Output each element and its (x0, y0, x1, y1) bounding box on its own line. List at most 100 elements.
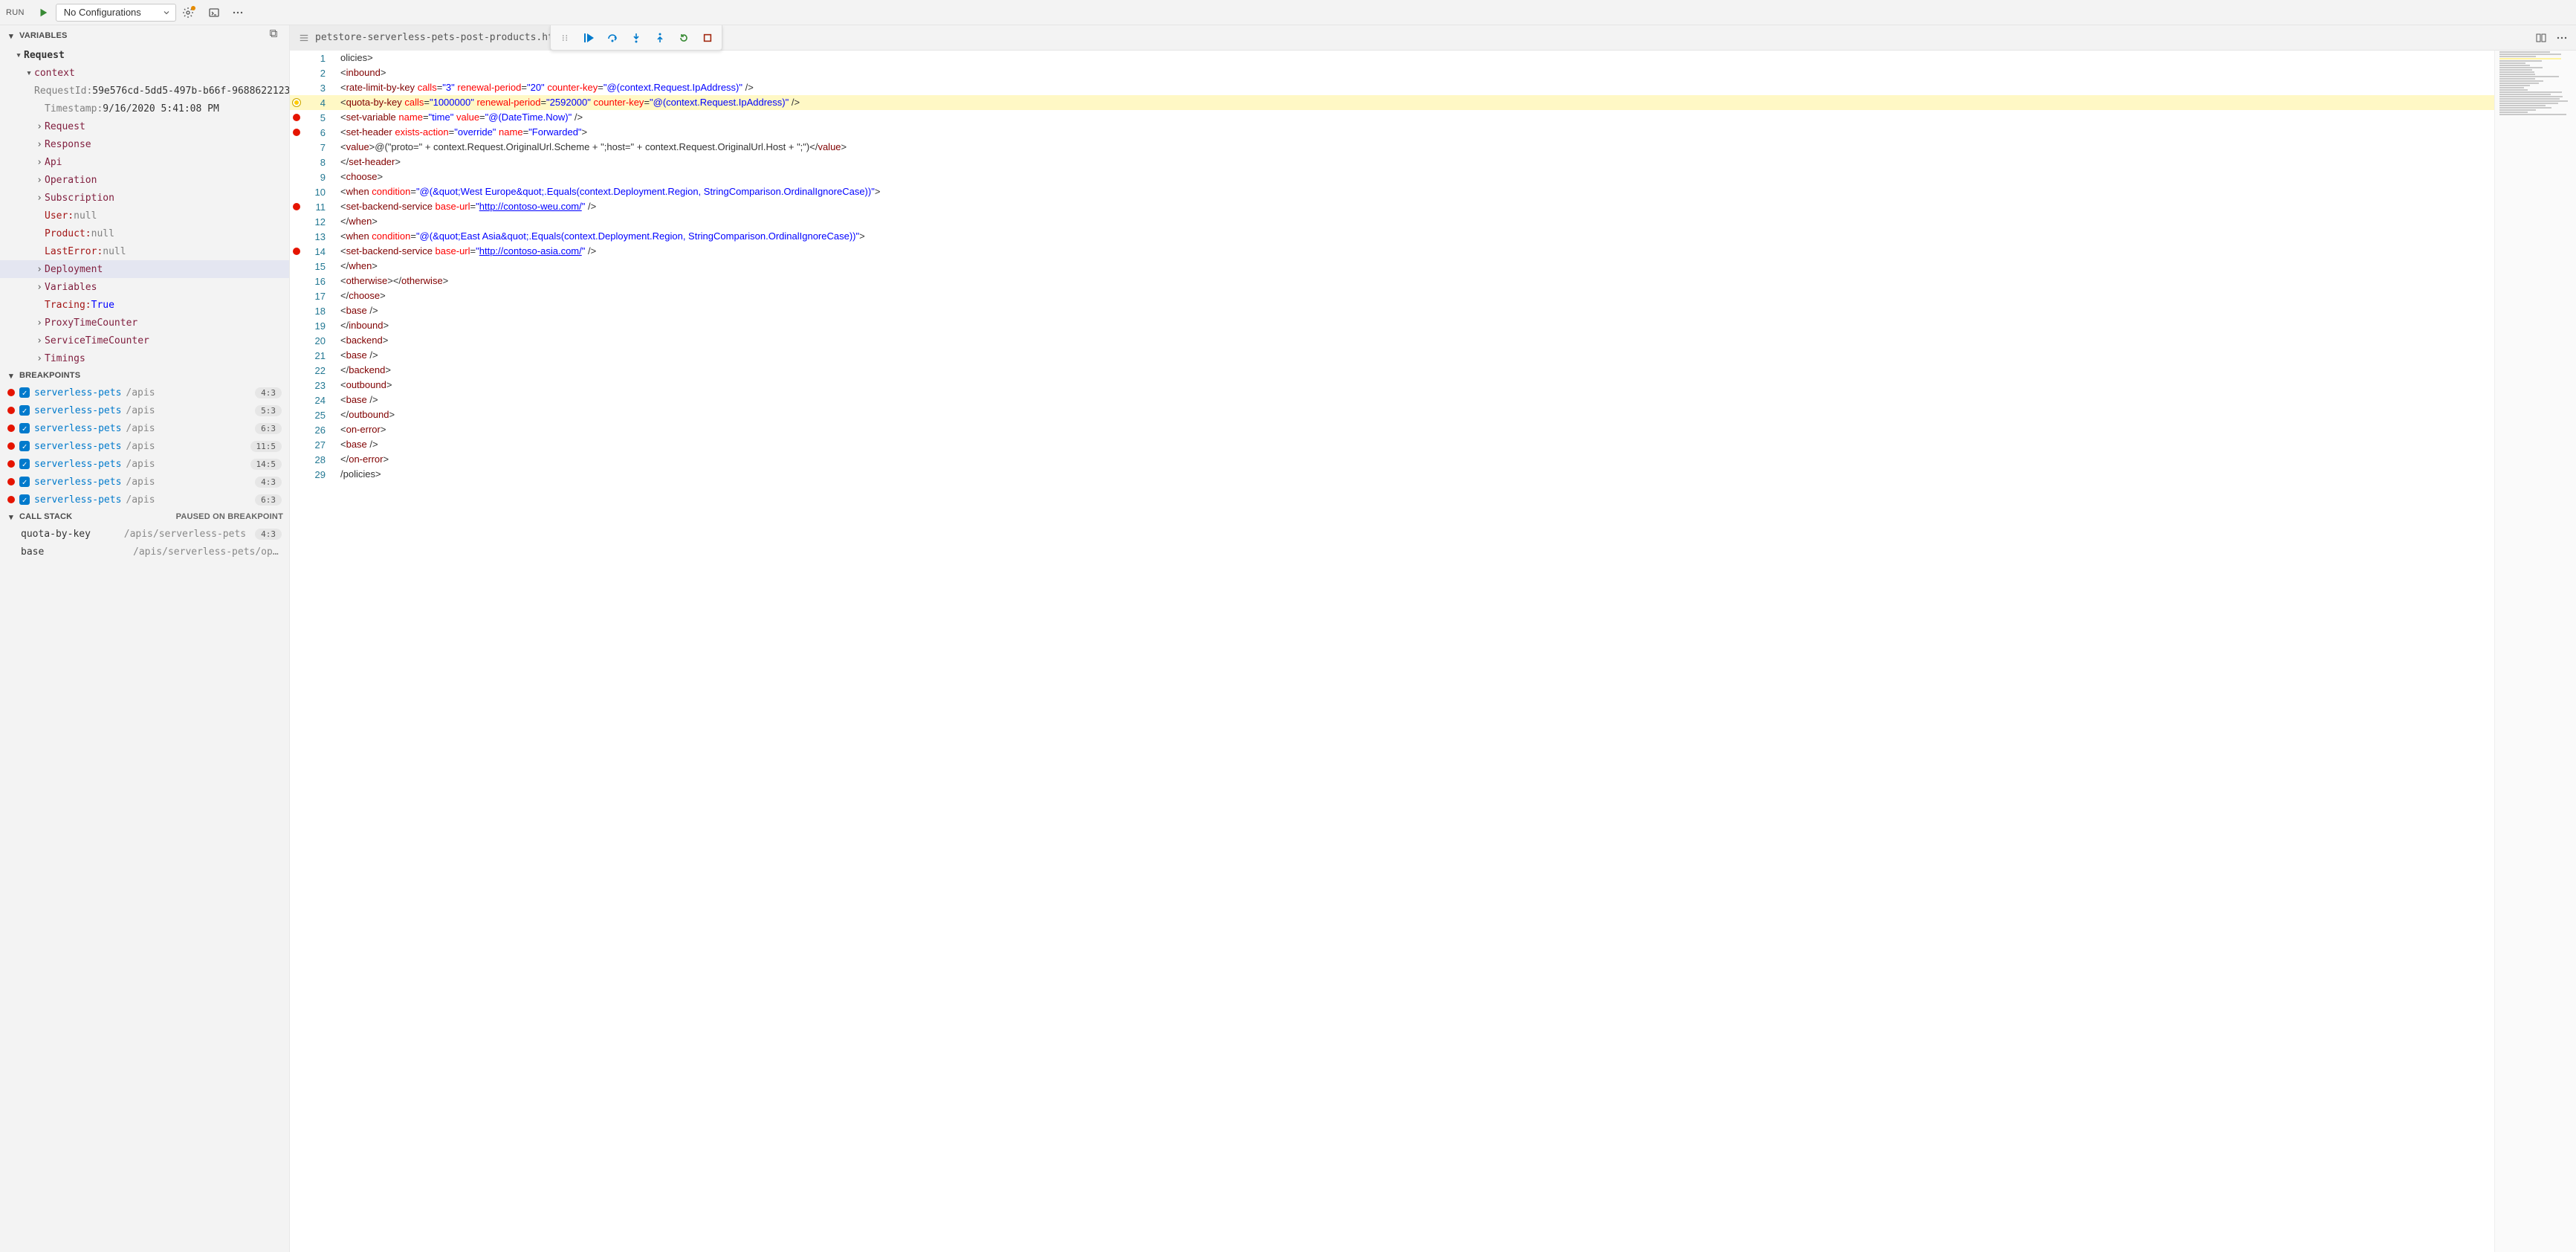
variable-row[interactable]: ›Operation (0, 171, 289, 189)
code-line[interactable]: 12 </when> (290, 214, 2494, 229)
code-line[interactable]: 27 <base /> (290, 437, 2494, 452)
variables-scope-request[interactable]: ▾ Request (0, 46, 289, 64)
code-line[interactable]: 5 <set-variable name="time" value="@(Dat… (290, 110, 2494, 125)
variables-tree[interactable]: ▾ Request ▾ context RequestId: 59e576cd-… (0, 46, 289, 367)
settings-gear-button[interactable] (181, 3, 200, 22)
code-line[interactable]: 29/policies> (290, 467, 2494, 482)
panel-title: RUN (6, 8, 25, 17)
code-line[interactable]: 3 <rate-limit-by-key calls="3" renewal-p… (290, 80, 2494, 95)
breakpoint-row[interactable]: ✓serverless-pets/apis4:3 (0, 384, 289, 401)
breakpoint-row[interactable]: ✓serverless-pets/apis14:5 (0, 455, 289, 473)
variable-row[interactable]: ›Subscription (0, 189, 289, 207)
breakpoint-row[interactable]: ✓serverless-pets/apis5:3 (0, 401, 289, 419)
step-into-icon (630, 32, 642, 44)
variable-row[interactable]: ›Response (0, 135, 289, 153)
code-line[interactable]: 13 <when condition="@(&quot;East Asia&qu… (290, 229, 2494, 244)
chevron-right-icon: › (34, 157, 45, 168)
breakpoint-row[interactable]: ✓serverless-pets/apis6:3 (0, 491, 289, 509)
variable-row[interactable]: ›ServiceTimeCounter (0, 332, 289, 349)
variable-row[interactable]: ›Request (0, 117, 289, 135)
callstack-row[interactable]: quota-by-key/apis/serverless-pets4:3 (0, 525, 289, 543)
code-line[interactable]: 18 <base /> (290, 303, 2494, 318)
variable-row[interactable]: LastError: null (0, 242, 289, 260)
breakpoint-row[interactable]: ✓serverless-pets/apis11:5 (0, 437, 289, 455)
code-line[interactable]: 23 <outbound> (290, 378, 2494, 393)
breakpoint-checkbox[interactable]: ✓ (19, 477, 30, 487)
code-line[interactable]: 9 <choose> (290, 170, 2494, 184)
code-line[interactable]: 11 <set-backend-service base-url="http:/… (290, 199, 2494, 214)
continue-button[interactable] (577, 28, 600, 48)
code-line[interactable]: 8 </set-header> (290, 155, 2494, 170)
breakpoint-dot-icon[interactable] (293, 203, 300, 210)
grip-icon (560, 33, 569, 42)
code-line[interactable]: 15 </when> (290, 259, 2494, 274)
editor-tab[interactable]: petstore-serverless-pets-post-products.h… (290, 25, 575, 51)
breakpoint-row[interactable]: ✓serverless-pets/apis4:3 (0, 473, 289, 491)
variable-row[interactable]: ›Timings (0, 349, 289, 367)
more-actions-button[interactable] (228, 3, 247, 22)
breakpoint-checkbox[interactable]: ✓ (19, 459, 30, 469)
stop-button[interactable] (696, 28, 719, 48)
code-line[interactable]: 22 </backend> (290, 363, 2494, 378)
step-over-button[interactable] (601, 28, 624, 48)
variable-row[interactable]: Timestamp: 9/16/2020 5:41:08 PM (0, 100, 289, 117)
code-line[interactable]: 17 </choose> (290, 288, 2494, 303)
breakpoint-dot-icon (7, 407, 15, 414)
split-editor-button[interactable] (2531, 28, 2551, 48)
breakpoint-dot-icon[interactable] (293, 129, 300, 136)
code-line[interactable]: 6 <set-header exists-action="override" n… (290, 125, 2494, 140)
breakpoint-dot-icon (7, 442, 15, 450)
breakpoint-dot-icon[interactable] (293, 248, 300, 255)
code-line[interactable]: 25 </outbound> (290, 407, 2494, 422)
restart-button[interactable] (673, 28, 695, 48)
step-out-button[interactable] (649, 28, 671, 48)
step-into-button[interactable] (625, 28, 647, 48)
debug-console-button[interactable] (204, 3, 224, 22)
code-line[interactable]: 4 <quota-by-key calls="1000000" renewal-… (290, 95, 2494, 110)
variable-row[interactable]: Product: null (0, 225, 289, 242)
line-number: 5 (303, 112, 337, 123)
debug-toolbar[interactable] (550, 25, 722, 51)
code-line[interactable]: 19 </inbound> (290, 318, 2494, 333)
collapse-all-button[interactable] (268, 28, 283, 43)
code-line[interactable]: 16 <otherwise></otherwise> (290, 274, 2494, 288)
current-breakpoint-icon[interactable] (292, 98, 301, 107)
variable-row[interactable]: ›Variables (0, 278, 289, 296)
variable-row[interactable]: ›Api (0, 153, 289, 171)
variable-row[interactable]: Tracing: True (0, 296, 289, 314)
callstack-header[interactable]: ▾ CALL STACK PAUSED ON BREAKPOINT (0, 509, 289, 525)
code-line[interactable]: 14 <set-backend-service base-url="http:/… (290, 244, 2494, 259)
variable-row[interactable]: RequestId: 59e576cd-5dd5-497b-b66f-96886… (0, 82, 289, 100)
code-editor[interactable]: 1olicies>2 <inbound>3 <rate-limit-by-key… (290, 51, 2494, 1252)
code-line[interactable]: 10 <when condition="@(&quot;West Europe&… (290, 184, 2494, 199)
ellipsis-icon (2556, 32, 2568, 44)
variable-row[interactable]: ›ProxyTimeCounter (0, 314, 289, 332)
code-line[interactable]: 1olicies> (290, 51, 2494, 65)
code-line[interactable]: 7 <value>@("proto=" + context.Request.Or… (290, 140, 2494, 155)
breakpoints-header[interactable]: ▾ BREAKPOINTS (0, 367, 289, 384)
code-line[interactable]: 26 <on-error> (290, 422, 2494, 437)
breakpoint-checkbox[interactable]: ✓ (19, 494, 30, 505)
code-line[interactable]: 28 </on-error> (290, 452, 2494, 467)
breakpoint-checkbox[interactable]: ✓ (19, 405, 30, 416)
breakpoint-checkbox[interactable]: ✓ (19, 387, 30, 398)
breakpoint-checkbox[interactable]: ✓ (19, 423, 30, 433)
code-line[interactable]: 20 <backend> (290, 333, 2494, 348)
run-config-select[interactable]: No Configurations (56, 4, 176, 22)
variables-header[interactable]: ▾ VARIABLES (0, 25, 289, 46)
breakpoint-checkbox[interactable]: ✓ (19, 441, 30, 451)
callstack-row[interactable]: base/apis/serverless-pets/operations/pos… (0, 543, 289, 561)
code-line[interactable]: 24 <base /> (290, 393, 2494, 407)
variable-row[interactable]: ›Deployment (0, 260, 289, 278)
variables-context[interactable]: ▾ context (0, 64, 289, 82)
minimap[interactable] (2494, 51, 2576, 1252)
line-number: 13 (303, 231, 337, 242)
breakpoint-row[interactable]: ✓serverless-pets/apis6:3 (0, 419, 289, 437)
drag-handle[interactable] (554, 28, 576, 48)
run-start-button[interactable] (35, 4, 51, 22)
code-line[interactable]: 21 <base /> (290, 348, 2494, 363)
breakpoint-dot-icon[interactable] (293, 114, 300, 121)
code-line[interactable]: 2 <inbound> (290, 65, 2494, 80)
variable-row[interactable]: User: null (0, 207, 289, 225)
tab-more-button[interactable] (2552, 28, 2572, 48)
